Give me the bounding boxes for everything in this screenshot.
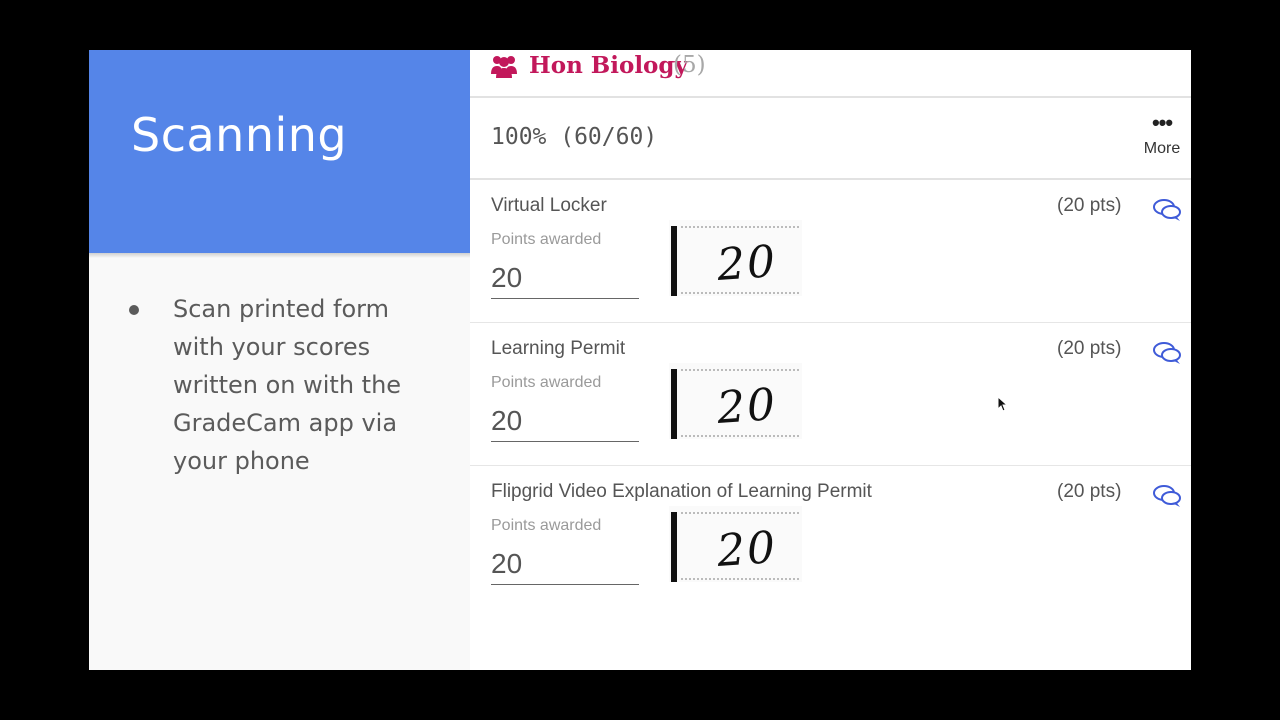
grade-item: Virtual Locker (20 pts) Points awarded 2… — [470, 180, 1191, 323]
scanned-score-image: 20 — [669, 363, 802, 439]
item-points-possible: (20 pts) — [1057, 195, 1122, 216]
bullet-dot-icon — [129, 305, 139, 315]
comment-icon[interactable] — [1152, 484, 1182, 508]
band-shadow — [89, 253, 470, 258]
points-awarded-input[interactable]: 20 — [491, 258, 639, 299]
points-awarded-input[interactable]: 20 — [491, 544, 639, 585]
points-awarded-label: Points awarded — [491, 517, 602, 534]
item-points-possible: (20 pts) — [1057, 338, 1122, 359]
ellipsis-icon: ••• — [1151, 110, 1173, 135]
grade-item: Flipgrid Video Explanation of Learning P… — [470, 466, 1191, 608]
class-count: (5) — [673, 52, 706, 78]
gradecam-panel: Hon Biology (5) 100% (60/60) ••• More Vi… — [470, 50, 1191, 670]
title-band: Scanning — [89, 50, 470, 253]
bullet-text: Scan printed form with your scores writt… — [173, 295, 402, 475]
slide-title: Scanning — [131, 108, 348, 162]
comment-icon[interactable] — [1152, 341, 1182, 365]
scanned-score-image: 20 — [669, 220, 802, 296]
scanned-score-image: 20 — [669, 506, 802, 582]
scanned-score-text: 20 — [715, 378, 779, 435]
class-header: Hon Biology (5) — [470, 50, 1191, 98]
points-awarded-label: Points awarded — [491, 374, 602, 391]
item-title: Virtual Locker — [491, 195, 607, 216]
scanned-score-text: 20 — [715, 521, 779, 578]
bullet-item: Scan printed form with your scores writt… — [129, 290, 429, 480]
points-awarded-input[interactable]: 20 — [491, 401, 639, 442]
score-summary: 100% (60/60) — [491, 124, 658, 150]
more-label: More — [1143, 140, 1181, 157]
slide: Scanning Scan printed form with your sco… — [89, 50, 1191, 670]
mouse-cursor-icon — [997, 396, 1009, 412]
bullet-list: Scan printed form with your scores writt… — [129, 290, 429, 480]
grade-item: Learning Permit (20 pts) Points awarded … — [470, 323, 1191, 466]
more-button[interactable]: ••• More — [1137, 110, 1187, 162]
item-title: Flipgrid Video Explanation of Learning P… — [491, 481, 872, 502]
group-icon — [491, 56, 517, 78]
points-awarded-label: Points awarded — [491, 231, 602, 248]
item-points-possible: (20 pts) — [1057, 481, 1122, 502]
class-name[interactable]: Hon Biology — [529, 52, 688, 79]
score-bar: 100% (60/60) ••• More — [470, 98, 1191, 180]
comment-icon[interactable] — [1152, 198, 1182, 222]
item-title: Learning Permit — [491, 338, 626, 359]
scanned-score-text: 20 — [715, 235, 779, 292]
